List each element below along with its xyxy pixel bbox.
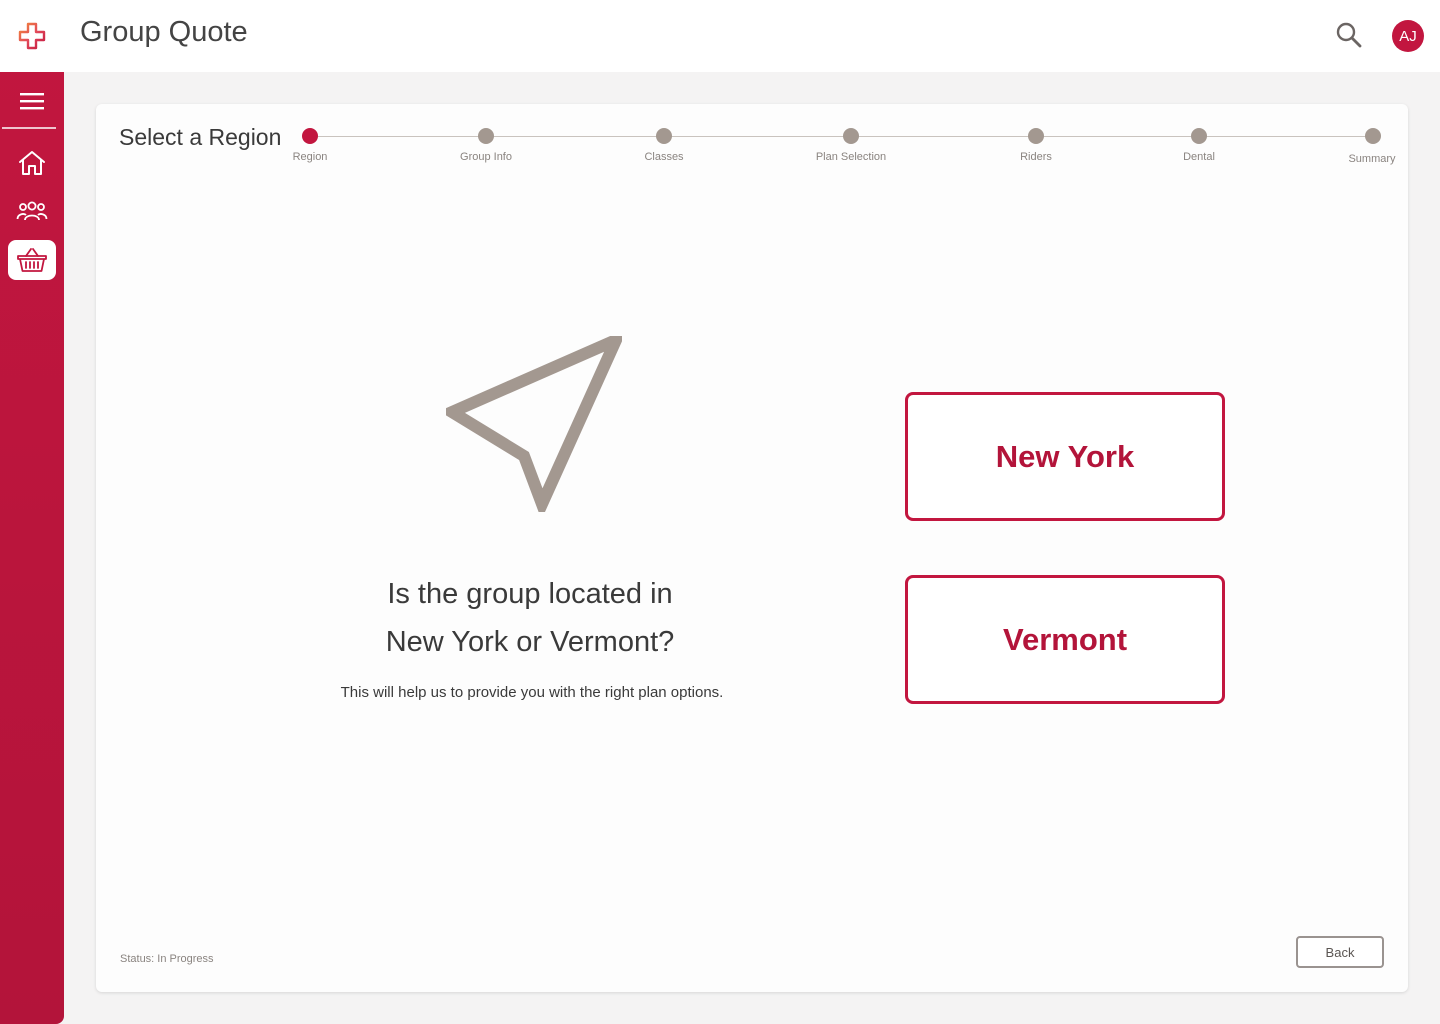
step-dot-group-info[interactable]: [478, 128, 494, 144]
back-button[interactable]: Back: [1296, 936, 1384, 968]
people-icon: [16, 201, 48, 221]
main-card: Select a Region Region Group Info Classe…: [96, 104, 1408, 992]
step-label-riders: Riders: [1020, 151, 1052, 163]
cross-logo-icon: [18, 22, 46, 50]
search-button[interactable]: [1334, 20, 1364, 50]
top-header: Group Quote AJ: [64, 0, 1440, 72]
sidebar-divider: [2, 127, 56, 129]
page-title: Group Quote: [80, 16, 248, 48]
region-question: Is the group located in New York or Verm…: [330, 570, 730, 666]
step-label-classes: Classes: [644, 151, 684, 163]
step-label-plan-selection: Plan Selection: [815, 151, 887, 163]
step-dot-dental[interactable]: [1191, 128, 1207, 144]
navigation-arrow-icon: [439, 328, 628, 520]
new-york-button[interactable]: New York: [905, 392, 1225, 521]
step-label-dental: Dental: [1183, 151, 1215, 163]
search-icon: [1336, 22, 1362, 48]
region-question-line1: Is the group located in: [387, 578, 673, 610]
sidebar-item-quotes[interactable]: [8, 240, 56, 280]
hamburger-icon: [20, 93, 44, 110]
region-question-line2: New York or Vermont?: [385, 626, 675, 658]
app-logo[interactable]: [0, 0, 64, 72]
status-text: Status: In Progress: [120, 953, 214, 965]
avatar[interactable]: AJ: [1392, 20, 1424, 52]
basket-icon: [17, 248, 47, 272]
step-dot-region[interactable]: [302, 128, 318, 144]
step-label-summary: Summary: [1348, 153, 1396, 165]
home-icon: [19, 151, 45, 175]
menu-button[interactable]: [0, 76, 64, 126]
step-dot-riders[interactable]: [1028, 128, 1044, 144]
step-label-group-info: Group Info: [460, 151, 512, 163]
sidebar-item-groups[interactable]: [8, 191, 56, 231]
progress-stepper: Region Group Info Classes Plan Selection…: [96, 104, 1408, 184]
helper-text: This will help us to provide you with th…: [340, 684, 724, 701]
sidebar-item-home[interactable]: [8, 143, 56, 183]
step-dot-summary[interactable]: [1365, 128, 1381, 144]
step-label-region: Region: [292, 151, 328, 163]
step-dot-plan-selection[interactable]: [843, 128, 859, 144]
step-dot-classes[interactable]: [656, 128, 672, 144]
sidebar: [0, 0, 64, 1024]
vermont-button[interactable]: Vermont: [905, 575, 1225, 704]
